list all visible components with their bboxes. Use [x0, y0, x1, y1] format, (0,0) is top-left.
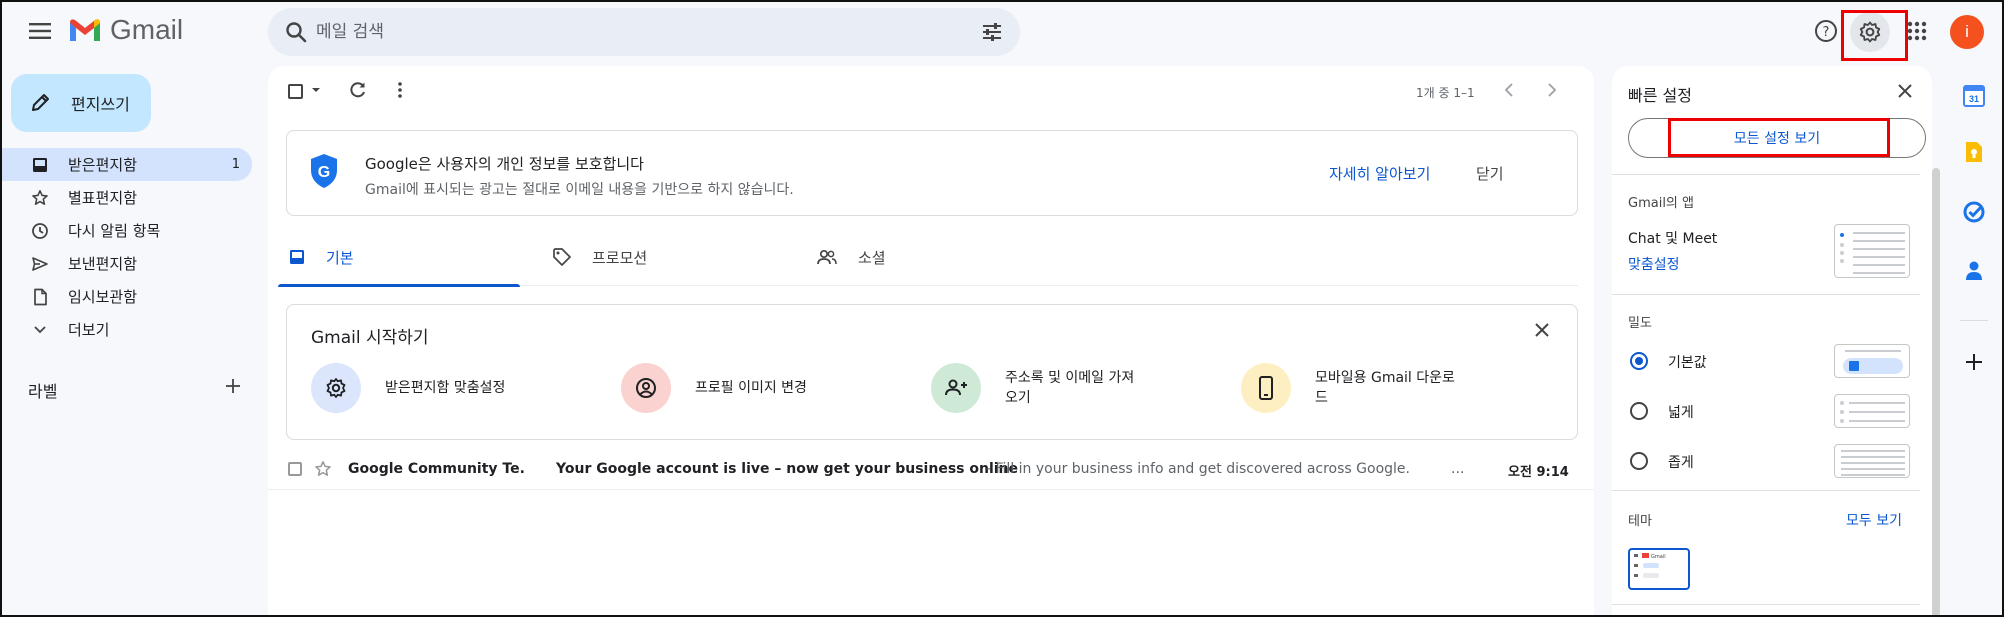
screenshot-frame	[0, 0, 2004, 617]
